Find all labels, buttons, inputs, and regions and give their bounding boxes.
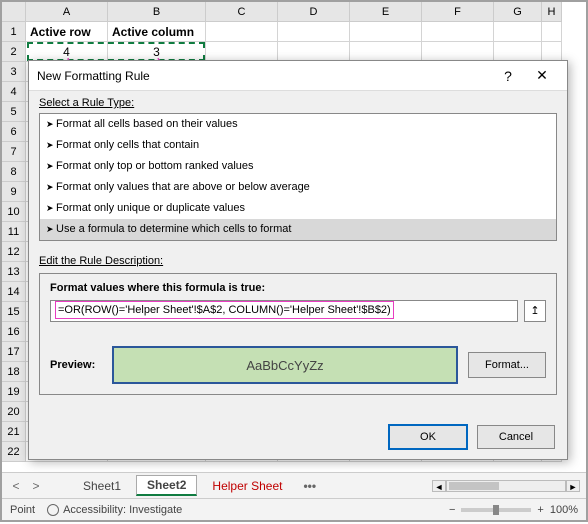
- close-button[interactable]: ✕: [525, 67, 559, 84]
- sheet-tab-strip: < > Sheet1 Sheet2 Helper Sheet ••• ◄ ►: [2, 472, 586, 498]
- row-header-1[interactable]: 1: [2, 22, 26, 42]
- tab-sheet1[interactable]: Sheet1: [72, 476, 132, 496]
- col-header-E[interactable]: E: [350, 2, 422, 22]
- accessibility-icon: [47, 504, 59, 516]
- status-bar: Point Accessibility: Investigate − + 100…: [2, 498, 586, 520]
- tab-more[interactable]: •••: [297, 479, 322, 493]
- dialog-title: New Formatting Rule: [37, 69, 491, 83]
- tab-sheet2[interactable]: Sheet2: [136, 475, 197, 496]
- row-header-21[interactable]: 21: [2, 422, 26, 442]
- row-header-22[interactable]: 22: [2, 442, 26, 462]
- cell-H2[interactable]: [542, 42, 562, 62]
- col-header-F[interactable]: F: [422, 2, 494, 22]
- cell-E2[interactable]: [350, 42, 422, 62]
- hscroll-left[interactable]: ◄: [432, 480, 446, 492]
- cell-D2[interactable]: [278, 42, 350, 62]
- row-header-13[interactable]: 13: [2, 262, 26, 282]
- col-header-A[interactable]: A: [26, 2, 108, 22]
- row-header-6[interactable]: 6: [2, 122, 26, 142]
- format-preview: AaBbCcYyZz: [112, 346, 458, 384]
- hscroll-thumb[interactable]: [449, 482, 499, 490]
- zoom-out-button[interactable]: −: [449, 504, 455, 516]
- col-header-C[interactable]: C: [206, 2, 278, 22]
- zoom-level[interactable]: 100%: [550, 504, 578, 516]
- select-all-corner[interactable]: [2, 2, 26, 22]
- formula-label: Format values where this formula is true…: [50, 282, 546, 294]
- cell-H1[interactable]: [542, 22, 562, 42]
- cell-E1[interactable]: [350, 22, 422, 42]
- collapse-dialog-button[interactable]: ↥: [524, 300, 546, 322]
- row-header-19[interactable]: 19: [2, 382, 26, 402]
- cell-A1[interactable]: Active row: [26, 22, 108, 42]
- zoom-in-button[interactable]: +: [537, 504, 543, 516]
- cell-G2[interactable]: [494, 42, 542, 62]
- row-header-2[interactable]: 2: [2, 42, 26, 62]
- help-button[interactable]: ?: [491, 68, 525, 84]
- rule-type-item-selected[interactable]: Use a formula to determine which cells t…: [40, 219, 556, 240]
- col-header-G[interactable]: G: [494, 2, 542, 22]
- rule-type-item[interactable]: Format only top or bottom ranked values: [40, 156, 556, 177]
- row-header-8[interactable]: 8: [2, 162, 26, 182]
- col-header-D[interactable]: D: [278, 2, 350, 22]
- cancel-button[interactable]: Cancel: [477, 425, 555, 449]
- accessibility-status[interactable]: Accessibility: Investigate: [63, 504, 182, 516]
- row-header-3[interactable]: 3: [2, 62, 26, 82]
- cell-C1[interactable]: [206, 22, 278, 42]
- hscroll-right[interactable]: ►: [566, 480, 580, 492]
- cell-C2[interactable]: [206, 42, 278, 62]
- rule-type-item[interactable]: Format only values that are above or bel…: [40, 177, 556, 198]
- rule-type-item[interactable]: Format all cells based on their values: [40, 114, 556, 135]
- tab-nav-prev[interactable]: <: [8, 479, 24, 493]
- cell-mode: Point: [10, 504, 35, 516]
- row-header-11[interactable]: 11: [2, 222, 26, 242]
- cell-D1[interactable]: [278, 22, 350, 42]
- col-header-B[interactable]: B: [108, 2, 206, 22]
- zoom-slider[interactable]: [461, 508, 531, 512]
- format-button[interactable]: Format...: [468, 352, 546, 378]
- row-header-4[interactable]: 4: [2, 82, 26, 102]
- edit-rule-description-label: Edit the Rule Description:: [29, 249, 567, 269]
- cell-G1[interactable]: [494, 22, 542, 42]
- ok-button[interactable]: OK: [389, 425, 467, 449]
- row-header-5[interactable]: 5: [2, 102, 26, 122]
- rule-type-item[interactable]: Format only cells that contain: [40, 135, 556, 156]
- row-header-12[interactable]: 12: [2, 242, 26, 262]
- tab-nav-next[interactable]: >: [28, 479, 44, 493]
- row-header-9[interactable]: 9: [2, 182, 26, 202]
- select-rule-type-label: Select a Rule Type:: [29, 91, 567, 111]
- rule-type-item[interactable]: Format only unique or duplicate values: [40, 198, 556, 219]
- cell-A2[interactable]: 4: [26, 42, 108, 62]
- formula-input[interactable]: =OR(ROW()='Helper Sheet'!$A$2, COLUMN()=…: [50, 300, 518, 322]
- row-header-15[interactable]: 15: [2, 302, 26, 322]
- hscroll-track[interactable]: [446, 480, 566, 492]
- row-header-14[interactable]: 14: [2, 282, 26, 302]
- cell-F2[interactable]: [422, 42, 494, 62]
- col-header-H[interactable]: H: [542, 2, 562, 22]
- cell-B1[interactable]: Active column: [108, 22, 206, 42]
- cell-F1[interactable]: [422, 22, 494, 42]
- tab-helper-sheet[interactable]: Helper Sheet: [201, 476, 293, 496]
- row-header-10[interactable]: 10: [2, 202, 26, 222]
- row-header-17[interactable]: 17: [2, 342, 26, 362]
- new-formatting-rule-dialog: New Formatting Rule ? ✕ Select a Rule Ty…: [28, 60, 568, 460]
- cell-B2[interactable]: 3: [108, 42, 206, 62]
- row-header-20[interactable]: 20: [2, 402, 26, 422]
- row-header-18[interactable]: 18: [2, 362, 26, 382]
- rule-type-list[interactable]: Format all cells based on their values F…: [39, 113, 557, 241]
- row-header-7[interactable]: 7: [2, 142, 26, 162]
- preview-label: Preview:: [50, 359, 102, 371]
- row-header-16[interactable]: 16: [2, 322, 26, 342]
